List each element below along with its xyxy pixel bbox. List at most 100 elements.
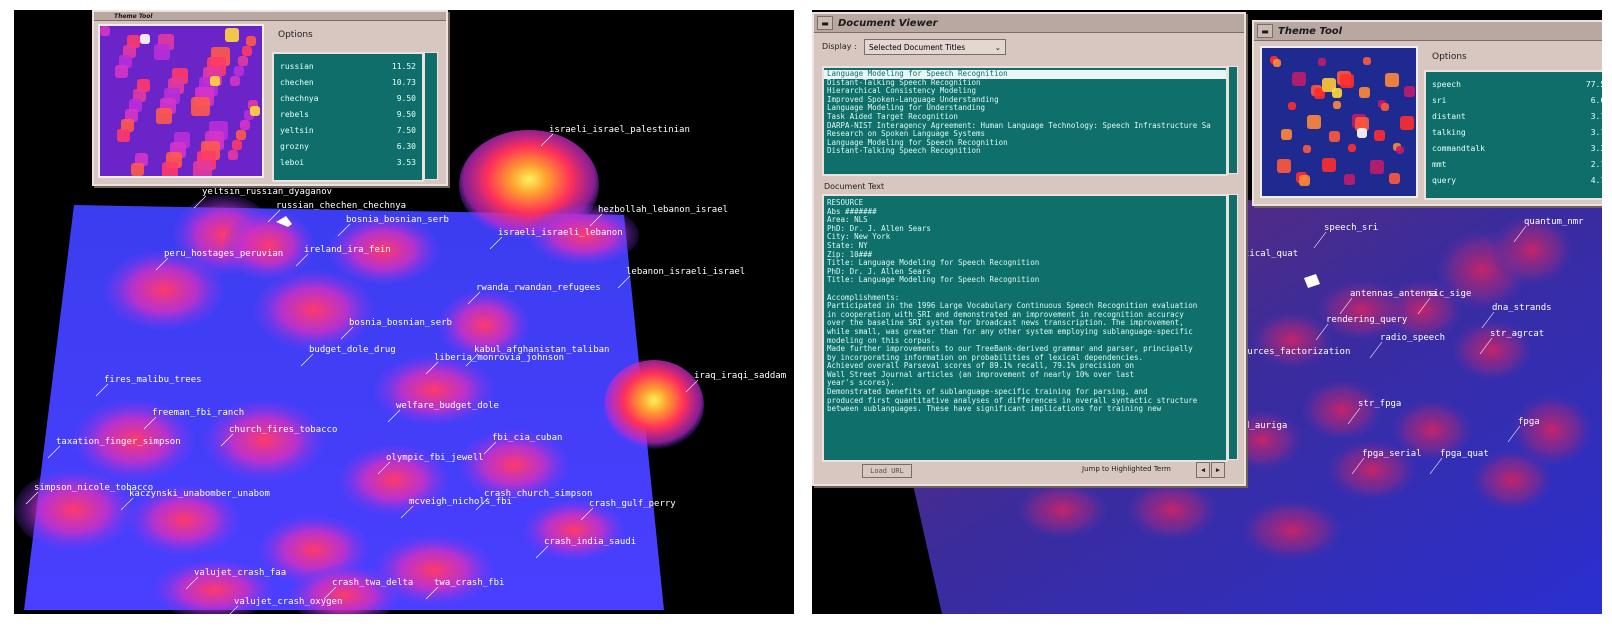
heat-cell xyxy=(162,162,178,176)
heat-cell xyxy=(1303,145,1311,153)
theme-row[interactable]: query 4.70 xyxy=(1426,172,1602,188)
document-text-area[interactable]: RESOURCE Abs ####### Area: NLS PhD: Dr. J. … xyxy=(822,194,1228,462)
document-viewer-titlebar[interactable]: ▬ Document Viewer xyxy=(814,14,1244,33)
landscape-label: rendering_query xyxy=(1326,315,1408,325)
document-text-line: City: New York xyxy=(827,232,891,242)
theme-row[interactable]: commandtalk 3.30 xyxy=(1426,140,1602,156)
heat-cell xyxy=(1340,74,1354,88)
heat-cell xyxy=(242,46,252,56)
landscape-label: d_auriga xyxy=(1244,421,1287,431)
theme-term: distant xyxy=(1432,111,1466,121)
landscape-label: radio_speech xyxy=(1380,333,1445,343)
landscape-label: valujet_crash_oxygen xyxy=(234,597,342,607)
theme-term: sri xyxy=(1432,95,1447,105)
theme-tool-titlebar-right[interactable]: ▬ Theme Tool xyxy=(1254,22,1602,41)
document-text-scrollbar[interactable] xyxy=(1228,194,1238,460)
theme-list-left[interactable]: russian 11.52 chechen 10.73 chechnya 9.50 rebe… xyxy=(272,52,424,182)
heat-cell xyxy=(1281,129,1292,140)
heat-cell xyxy=(115,65,128,78)
landscape-label: crash_twa_delta xyxy=(332,578,413,588)
heat-cell xyxy=(1363,57,1371,65)
theme-weight: 10.73 xyxy=(391,77,416,87)
theme-term: rebels xyxy=(280,109,309,119)
landscape-label: budget_dole_drug xyxy=(309,345,396,355)
landscape-label: lebanon_israeli_israel xyxy=(626,267,745,277)
landscape-label: fires_malibu_trees xyxy=(104,375,202,385)
theme-list-right[interactable]: speech 77.50 sri 6.60 distant 3.70 talking 3.70… xyxy=(1424,70,1602,200)
landscape-label: olympic_fbi_jewell xyxy=(386,453,484,463)
landscape-label: crash_gulf_perry xyxy=(589,499,676,509)
display-select[interactable]: Selected Document Titles ⌄ xyxy=(864,39,1006,55)
right-themescape-panel: speech_sri quantum_nmr tical_quat antennas_… xyxy=(812,10,1602,614)
theme-heatmap-left[interactable] xyxy=(98,24,264,178)
landscape-label: israeli_israeli_lebanon xyxy=(498,228,623,238)
document-text-line: RESOURCE xyxy=(827,198,864,207)
heat-cell xyxy=(1404,86,1415,97)
document-text-label: Document Text xyxy=(824,182,885,191)
next-term-button[interactable]: ▶ xyxy=(1211,462,1225,478)
theme-tool-title-right: Theme Tool xyxy=(1278,25,1343,37)
document-text-line: State: NY xyxy=(827,240,868,250)
heat-cell xyxy=(117,129,130,142)
terrain-peak xyxy=(374,355,494,425)
theme-term: speech xyxy=(1432,79,1461,89)
landscape-label: str_agrcat xyxy=(1490,329,1544,339)
window-menu-icon[interactable]: ▬ xyxy=(1257,24,1273,38)
heat-cell xyxy=(1381,103,1389,111)
theme-term: yeltsin xyxy=(280,125,314,135)
theme-row[interactable]: russian 11.52 xyxy=(274,58,422,74)
window-menu-icon[interactable]: ▬ xyxy=(817,16,833,30)
heat-cell xyxy=(1389,173,1400,184)
titles-scrollbar[interactable] xyxy=(1228,66,1238,174)
terrain-peak xyxy=(1017,482,1107,538)
document-title-item[interactable]: Distant-Talking Speech Recognition xyxy=(824,147,1226,156)
terrain-peak xyxy=(1127,480,1217,540)
landscape-label: antennas_antenna xyxy=(1350,289,1437,299)
terrain-peak xyxy=(604,360,704,450)
theme-row[interactable]: grozny 6.30 xyxy=(274,138,422,154)
heat-cell xyxy=(1359,87,1370,98)
landscape-label: bosnia_bosnian_serb xyxy=(349,318,452,328)
options-label[interactable]: Options xyxy=(278,30,313,40)
theme-tool-titlebar[interactable]: Theme Tool xyxy=(94,12,446,21)
theme-tool-window-right: ▬ Theme Tool Options speech 77.50 sri 6.60 d… xyxy=(1252,20,1602,206)
theme-row[interactable]: chechnya 9.50 xyxy=(274,90,422,106)
landscape-label: ources_factorization xyxy=(1242,347,1350,357)
landscape-label: church_fires_tobacco xyxy=(229,425,337,435)
theme-row[interactable]: distant 3.70 xyxy=(1426,108,1602,124)
theme-weight: 7.50 xyxy=(396,125,416,135)
theme-row[interactable]: leboi 3.53 xyxy=(274,154,422,170)
document-titles-list[interactable]: Language Modeling for Speech Recognition… xyxy=(822,66,1228,176)
options-label-right[interactable]: Options xyxy=(1432,52,1467,62)
theme-row[interactable]: yeltsin 7.50 xyxy=(274,122,422,138)
prev-term-button[interactable]: ◀ xyxy=(1196,462,1210,478)
heat-cell xyxy=(131,163,144,176)
terrain-peak xyxy=(524,500,624,560)
heat-cell xyxy=(193,161,212,176)
heat-cell xyxy=(1292,72,1306,86)
theme-row[interactable]: talking 3.70 xyxy=(1426,124,1602,140)
heat-cell xyxy=(210,76,220,86)
theme-row[interactable]: mmt 2.70 xyxy=(1426,156,1602,172)
landscape-label: crash_india_saudi xyxy=(544,537,636,547)
heat-cell xyxy=(1344,174,1355,185)
landscape-label: bosnia_bosnian_serb xyxy=(346,215,449,225)
heat-cell xyxy=(240,120,250,130)
theme-tool-title: Theme Tool xyxy=(114,12,153,20)
load-url-button[interactable]: Load URL xyxy=(862,464,912,478)
theme-row[interactable]: rebels 9.50 xyxy=(274,106,422,122)
heat-cell xyxy=(238,56,248,66)
theme-row[interactable]: sri 6.60 xyxy=(1426,92,1602,108)
theme-row[interactable]: speech 77.50 xyxy=(1426,76,1602,92)
theme-heatmap-right[interactable] xyxy=(1260,46,1418,198)
landscape-label: rwanda_rwandan_refugees xyxy=(476,283,601,293)
landscape-label: dna_strands xyxy=(1492,303,1552,313)
landscape-label: quantum_nmr xyxy=(1524,217,1584,227)
heat-cell xyxy=(1396,146,1404,154)
heat-cell xyxy=(140,34,150,44)
theme-scrollbar-left[interactable] xyxy=(424,52,438,180)
theme-term: mmt xyxy=(1432,159,1447,169)
theme-row[interactable]: chechen 10.73 xyxy=(274,74,422,90)
theme-term: grozny xyxy=(280,141,309,151)
heat-cell xyxy=(1318,58,1326,66)
